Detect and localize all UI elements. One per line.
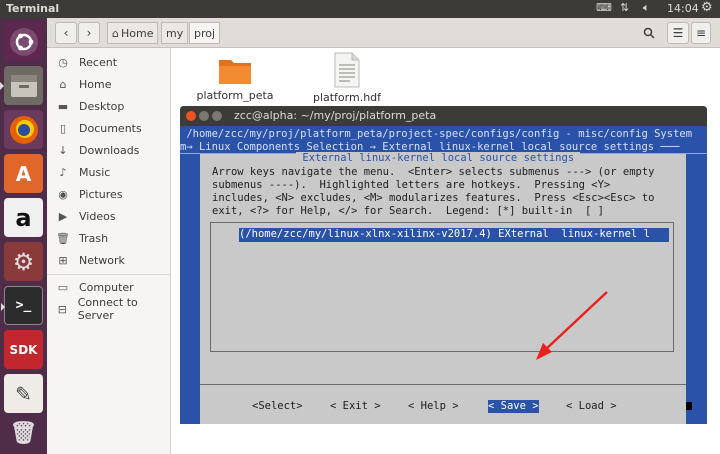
annotation-arrow-icon xyxy=(536,291,608,360)
